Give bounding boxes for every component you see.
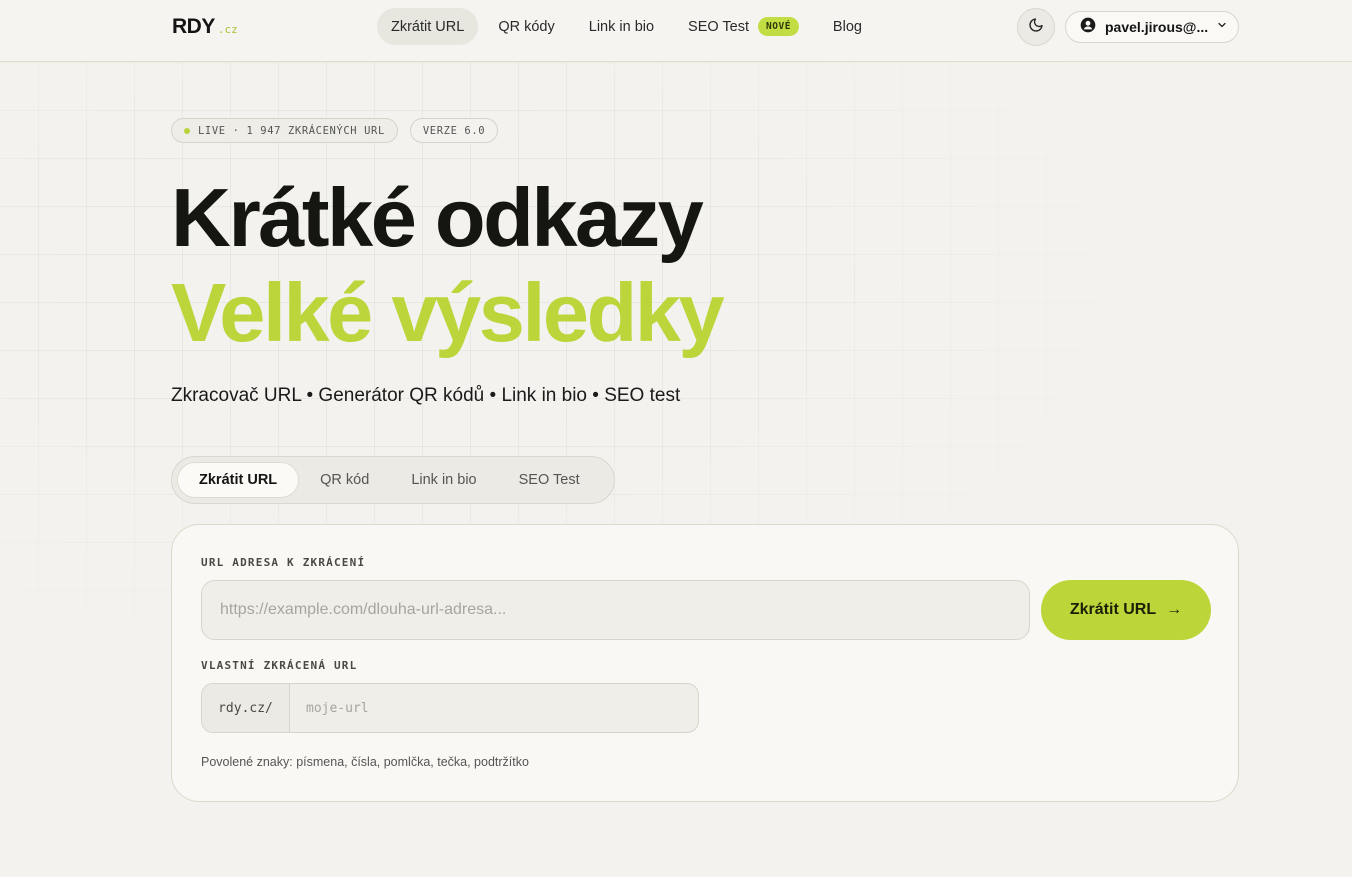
nav-item-label: QR kódy bbox=[498, 18, 555, 35]
hero-title-line2: Velké výsledky bbox=[171, 266, 725, 359]
user-name: pavel.jirous@... bbox=[1105, 19, 1209, 35]
version-badge: VERZE 6.0 bbox=[409, 118, 499, 143]
tab-seo-test[interactable]: SEO Test bbox=[498, 462, 601, 498]
nav-item-seo-test[interactable]: SEO Test NOVÉ bbox=[674, 8, 813, 45]
nav-item-blog[interactable]: Blog bbox=[819, 8, 876, 45]
custom-url-field: rdy.cz/ bbox=[201, 683, 699, 733]
arrow-right-icon: → bbox=[1166, 601, 1183, 618]
custom-url-label: VLASTNÍ ZKRÁCENÁ URL bbox=[201, 659, 358, 672]
tab-label: SEO Test bbox=[518, 472, 580, 488]
tab-label: Zkrátit URL bbox=[199, 472, 278, 488]
nav-item-label: SEO Test bbox=[688, 18, 750, 35]
shorten-url-card: URL ADRESA K ZKRÁCENÍ Zkrátit URL → VLAS… bbox=[171, 524, 1239, 802]
live-counter-label: LIVE · 1 947 ZKRÁCENÝCH URL bbox=[198, 124, 385, 137]
user-menu-button[interactable]: pavel.jirous@... bbox=[1065, 11, 1239, 43]
nav-item-label: Blog bbox=[832, 18, 862, 35]
tab-qr-kod[interactable]: QR kód bbox=[299, 462, 390, 498]
main-nav: Zkrátit URL QR kódy Link in bio SEO Test… bbox=[377, 8, 882, 45]
nav-item-zkratit-url[interactable]: Zkrátit URL bbox=[377, 8, 479, 45]
live-dot-icon bbox=[184, 127, 190, 134]
top-navbar: RDY .cz Zkrátit URL QR kódy Link in bio … bbox=[0, 0, 1352, 62]
nav-item-link-in-bio[interactable]: Link in bio bbox=[575, 8, 668, 45]
tab-link-in-bio[interactable]: Link in bio bbox=[390, 462, 497, 498]
shorten-url-button-label: Zkrátit URL bbox=[1069, 601, 1157, 618]
logo-text: RDY bbox=[172, 15, 215, 38]
nav-item-qr-kody[interactable]: QR kódy bbox=[484, 8, 568, 45]
moon-icon bbox=[1028, 17, 1044, 38]
logo-tld: .cz bbox=[217, 23, 238, 36]
logo[interactable]: RDY .cz bbox=[172, 15, 238, 39]
custom-url-input[interactable] bbox=[290, 684, 698, 732]
custom-url-prefix: rdy.cz/ bbox=[202, 684, 290, 732]
tab-zkratit-url[interactable]: Zkrátit URL bbox=[177, 462, 300, 498]
theme-toggle-button[interactable] bbox=[1017, 8, 1055, 46]
nav-item-label: Zkrátit URL bbox=[391, 18, 465, 35]
user-icon bbox=[1080, 17, 1096, 38]
allowed-chars-hint: Povolené znaky: písmena, čísla, pomlčka,… bbox=[201, 755, 529, 769]
url-input[interactable] bbox=[201, 580, 1030, 640]
new-badge: NOVÉ bbox=[758, 17, 799, 36]
tab-label: QR kód bbox=[320, 472, 370, 488]
chevron-down-icon bbox=[1216, 18, 1228, 36]
hero-title-line1: Krátké odkazy bbox=[171, 171, 704, 264]
status-pills: LIVE · 1 947 ZKRÁCENÝCH URL VERZE 6.0 bbox=[171, 118, 499, 143]
nav-item-label: Link in bio bbox=[588, 18, 655, 35]
tab-label: Link in bio bbox=[411, 472, 477, 488]
hero-subtitle: Zkracovač URL • Generátor QR kódů • Link… bbox=[171, 385, 681, 406]
shorten-url-button[interactable]: Zkrátit URL → bbox=[1041, 580, 1211, 640]
url-field-label: URL ADRESA K ZKRÁCENÍ bbox=[201, 556, 366, 569]
tool-tabs: Zkrátit URL QR kód Link in bio SEO Test bbox=[171, 456, 615, 504]
live-counter-badge: LIVE · 1 947 ZKRÁCENÝCH URL bbox=[171, 118, 398, 143]
version-label: VERZE 6.0 bbox=[422, 124, 486, 137]
